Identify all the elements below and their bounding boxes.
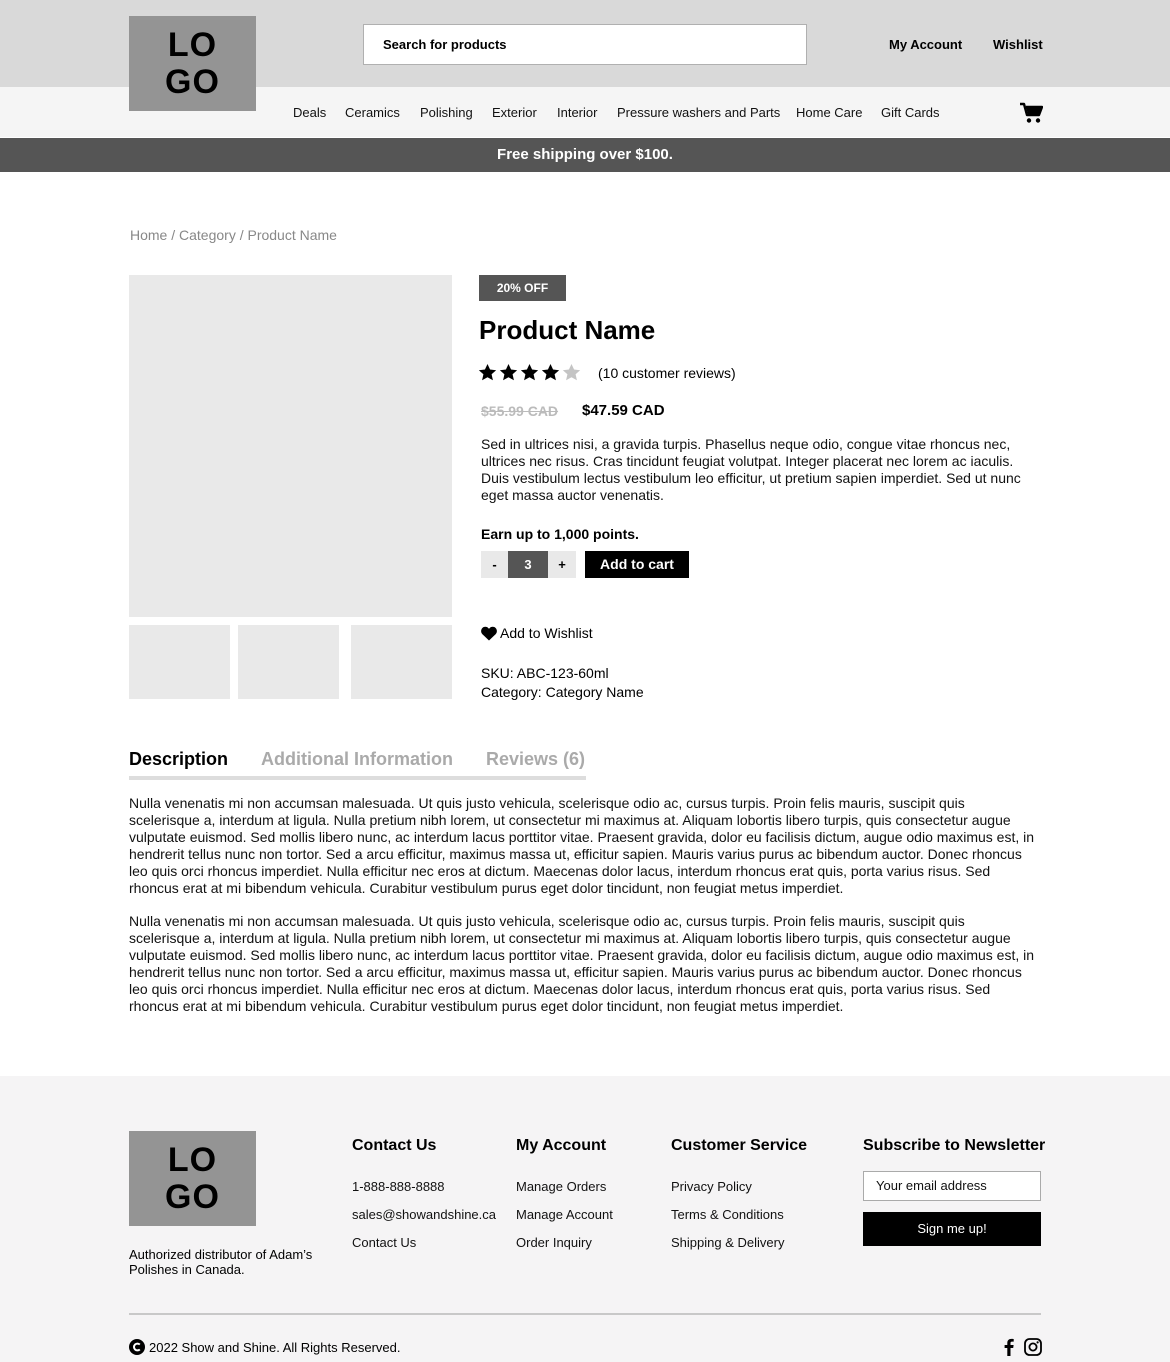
add-to-wishlist-label: Add to Wishlist bbox=[500, 625, 593, 641]
footer-privacy-policy-link[interactable]: Privacy Policy bbox=[671, 1179, 752, 1194]
search-input[interactable]: Search for products bbox=[363, 24, 807, 65]
footer-phone-link[interactable]: 1-888-888-8888 bbox=[352, 1179, 445, 1194]
tab-description[interactable]: Description bbox=[129, 749, 228, 770]
wishlist-link[interactable]: Wishlist bbox=[993, 37, 1043, 52]
discount-badge: 20% OFF bbox=[479, 275, 566, 301]
original-price: $55.99 CAD bbox=[481, 403, 559, 419]
product-main-image[interactable] bbox=[129, 275, 452, 617]
sale-price: $47.59 CAD bbox=[582, 402, 665, 419]
nav-item-gift-cards[interactable]: Gift Cards bbox=[881, 105, 940, 120]
copyright: 2022 Show and Shine. All Rights Reserved… bbox=[129, 1339, 401, 1355]
star-filled-icon bbox=[520, 363, 539, 381]
newsletter-signup-button[interactable]: Sign me up! bbox=[863, 1212, 1041, 1246]
shopping-cart-icon[interactable] bbox=[1019, 102, 1043, 124]
description-paragraph-2: Nulla venenatis mi non accumsan malesuad… bbox=[129, 913, 1035, 1014]
footer-logo-text-line2: GO bbox=[165, 1177, 220, 1216]
star-filled-icon bbox=[478, 363, 497, 381]
add-to-cart-button[interactable]: Add to cart bbox=[585, 551, 689, 578]
breadcrumb[interactable]: Home / Category / Product Name bbox=[130, 227, 337, 243]
footer-manage-account-link[interactable]: Manage Account bbox=[516, 1207, 613, 1222]
tabs-underline bbox=[129, 776, 586, 780]
product-thumbnail-3[interactable] bbox=[351, 625, 452, 699]
footer-logo[interactable]: LO GO bbox=[129, 1131, 256, 1226]
footer-divider bbox=[129, 1313, 1041, 1315]
footer-heading-customer-service: Customer Service bbox=[671, 1137, 808, 1154]
nav-item-polishing[interactable]: Polishing bbox=[420, 105, 473, 120]
header-logo[interactable]: LO GO bbox=[129, 16, 256, 111]
tab-reviews[interactable]: Reviews (6) bbox=[486, 749, 585, 770]
quantity-increase-button[interactable]: + bbox=[548, 551, 576, 578]
nav-item-pressure-washers[interactable]: Pressure washers and Parts bbox=[617, 105, 780, 120]
product-meta: SKU: ABC-123-60ml Category: Category Nam… bbox=[481, 664, 644, 702]
copyright-icon bbox=[129, 1339, 145, 1355]
facebook-icon[interactable] bbox=[999, 1337, 1019, 1357]
footer-heading-newsletter: Subscribe to Newsletter bbox=[863, 1137, 1046, 1154]
footer-manage-orders-link[interactable]: Manage Orders bbox=[516, 1179, 606, 1194]
product-title: Product Name bbox=[479, 315, 656, 345]
description-paragraph-1: Nulla venenatis mi non accumsan malesuad… bbox=[129, 795, 1035, 896]
footer-terms-link[interactable]: Terms & Conditions bbox=[671, 1207, 784, 1222]
star-rating bbox=[478, 363, 581, 382]
reward-points-text: Earn up to 1,000 points. bbox=[481, 526, 639, 542]
star-filled-icon bbox=[499, 363, 518, 381]
product-short-description: Sed in ultrices nisi, a gravida turpis. … bbox=[481, 436, 1021, 503]
tab-additional-information[interactable]: Additional Information bbox=[261, 749, 453, 770]
reviews-link[interactable]: (10 customer reviews) bbox=[598, 365, 736, 381]
footer-order-inquiry-link[interactable]: Order Inquiry bbox=[516, 1235, 592, 1250]
logo-text-line2: GO bbox=[165, 62, 220, 101]
footer-shipping-link[interactable]: Shipping & Delivery bbox=[671, 1235, 784, 1250]
footer-email-link[interactable]: sales@showandshine.ca bbox=[352, 1207, 496, 1222]
product-thumbnail-2[interactable] bbox=[238, 625, 339, 699]
add-to-wishlist-button[interactable]: Add to Wishlist bbox=[481, 625, 593, 641]
footer-heading-my-account: My Account bbox=[516, 1137, 607, 1154]
copyright-text: 2022 Show and Shine. All Rights Reserved… bbox=[149, 1339, 401, 1355]
footer-logo-text-line1: LO bbox=[167, 1140, 218, 1179]
nav-item-interior[interactable]: Interior bbox=[557, 105, 597, 120]
nav-item-exterior[interactable]: Exterior bbox=[492, 105, 537, 120]
star-empty-icon bbox=[562, 363, 581, 381]
instagram-icon[interactable] bbox=[1023, 1337, 1043, 1357]
newsletter-email-input[interactable]: Your email address bbox=[863, 1171, 1041, 1201]
quantity-decrease-button[interactable]: - bbox=[481, 551, 508, 578]
nav-item-ceramics[interactable]: Ceramics bbox=[345, 105, 400, 120]
logo-text-line1: LO bbox=[167, 25, 218, 64]
nav-item-home-care[interactable]: Home Care bbox=[796, 105, 862, 120]
page: LO GO Search for products My Account Wis… bbox=[0, 0, 1170, 1362]
sku-text: SKU: ABC-123-60ml bbox=[481, 665, 609, 681]
my-account-link[interactable]: My Account bbox=[889, 37, 962, 52]
free-shipping-banner: Free shipping over $100. bbox=[0, 138, 1170, 172]
footer-tagline: Authorized distributor of Adam’s Polishe… bbox=[129, 1247, 313, 1277]
quantity-input[interactable]: 3 bbox=[508, 551, 548, 578]
heart-icon bbox=[481, 626, 497, 640]
nav-item-deals[interactable]: Deals bbox=[293, 105, 326, 120]
star-filled-icon bbox=[541, 363, 560, 381]
category-text[interactable]: Category: Category Name bbox=[481, 683, 644, 702]
footer-contact-us-link[interactable]: Contact Us bbox=[352, 1235, 416, 1250]
footer-heading-contact: Contact Us bbox=[352, 1137, 437, 1154]
product-thumbnail-1[interactable] bbox=[129, 625, 230, 699]
